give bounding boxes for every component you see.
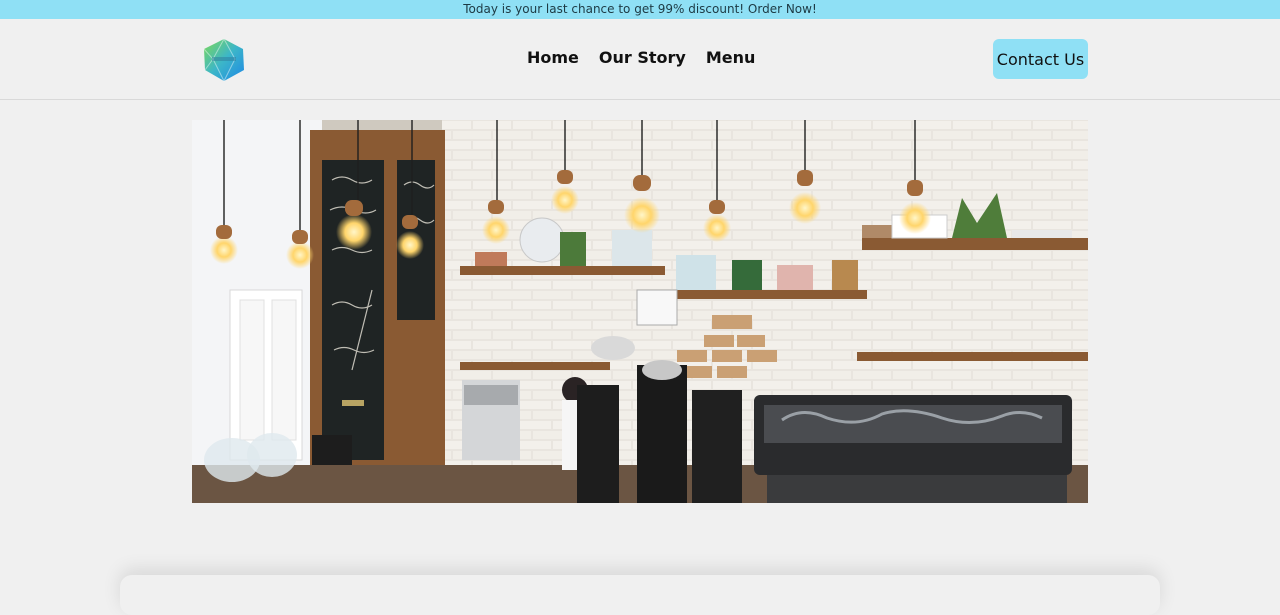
nav-home-link[interactable]: Home (527, 48, 579, 68)
site-header: Home Our Story Menu Contact Us (0, 19, 1280, 100)
announcement-text: Today is your last chance to get 99% dis… (463, 2, 817, 16)
nav-menu-link[interactable]: Menu (706, 48, 756, 68)
content-card-shadow (120, 575, 1160, 615)
hero-image (192, 120, 1088, 503)
hexagon-logo-icon[interactable] (200, 37, 248, 83)
announcement-bar: Today is your last chance to get 99% dis… (0, 0, 1280, 19)
nav-our-story-link[interactable]: Our Story (599, 48, 686, 68)
main-nav: Home Our Story Menu (527, 48, 755, 68)
contact-us-button[interactable]: Contact Us (993, 39, 1088, 79)
